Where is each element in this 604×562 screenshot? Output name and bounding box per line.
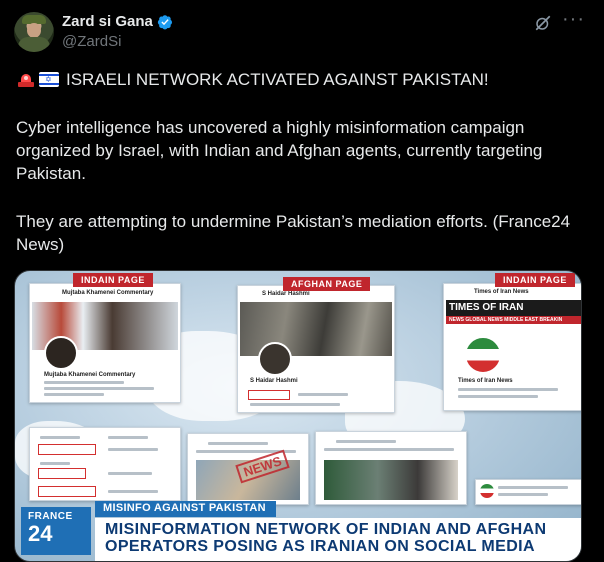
france24-logo: FRANCE 24 bbox=[21, 507, 91, 555]
indian-page-tag-left: INDAIN PAGE bbox=[73, 273, 153, 287]
france24-logo-number: 24 bbox=[28, 521, 53, 546]
lower-third-strap-top: MISINFO AGAINST PAKISTAN bbox=[95, 501, 276, 517]
tweet-media-image[interactable]: Mujtaba Khamenei Commentary Mujtaba Kham… bbox=[14, 270, 582, 562]
author-name-row: Zard si Gana bbox=[62, 13, 173, 30]
indian-page-card-right: Times of Iran News TIMES OF IRAN NEWS GL… bbox=[443, 283, 581, 411]
afghan-page-tag: AFGHAN PAGE bbox=[283, 277, 371, 291]
france24-lower-third: FRANCE 24 MISINFO AGAINST PAKISTAN MISIN… bbox=[15, 501, 581, 561]
verified-badge-icon bbox=[157, 14, 172, 29]
indian-page-tag-right: INDAIN PAGE bbox=[495, 273, 575, 287]
author-handle[interactable]: @ZardSi bbox=[62, 33, 121, 50]
lower-third-headline: MISINFORMATION NETWORK OF INDIAN AND AFG… bbox=[95, 518, 581, 561]
tweet-headline: ISRAELI NETWORK ACTIVATED AGAINST PAKIST… bbox=[66, 70, 489, 89]
grok-icon[interactable] bbox=[534, 14, 552, 32]
afghan-page-card: S Haidar Hashmi S Haidar Hashmi bbox=[237, 285, 395, 413]
tweet-paragraph-2: They are attempting to undermine Pakista… bbox=[16, 212, 571, 254]
israel-flag-emoji: ✡ bbox=[39, 72, 59, 87]
times-of-iran-nav: NEWS GLOBAL NEWS MIDDLE EAST BREAKIN bbox=[446, 316, 581, 324]
avatar[interactable] bbox=[14, 12, 54, 52]
post-card-center bbox=[315, 431, 467, 505]
tweet-paragraph-1: Cyber intelligence has uncovered a highl… bbox=[16, 118, 543, 183]
times-of-iran-banner: TIMES OF IRAN bbox=[446, 300, 581, 316]
indian-page-card-left: Mujtaba Khamenei Commentary Mujtaba Kham… bbox=[29, 283, 181, 403]
police-light-emoji bbox=[16, 72, 36, 87]
more-options-icon[interactable]: ··· bbox=[562, 8, 585, 31]
handle-table-card bbox=[29, 427, 181, 501]
tweet: Zard si Gana @ZardSi ··· ✡ ISRAELI NETWO… bbox=[0, 0, 604, 562]
author-display-name[interactable]: Zard si Gana bbox=[62, 13, 153, 30]
tweet-headline-line: ✡ ISRAELI NETWORK ACTIVATED AGAINST PAKI… bbox=[16, 68, 586, 91]
